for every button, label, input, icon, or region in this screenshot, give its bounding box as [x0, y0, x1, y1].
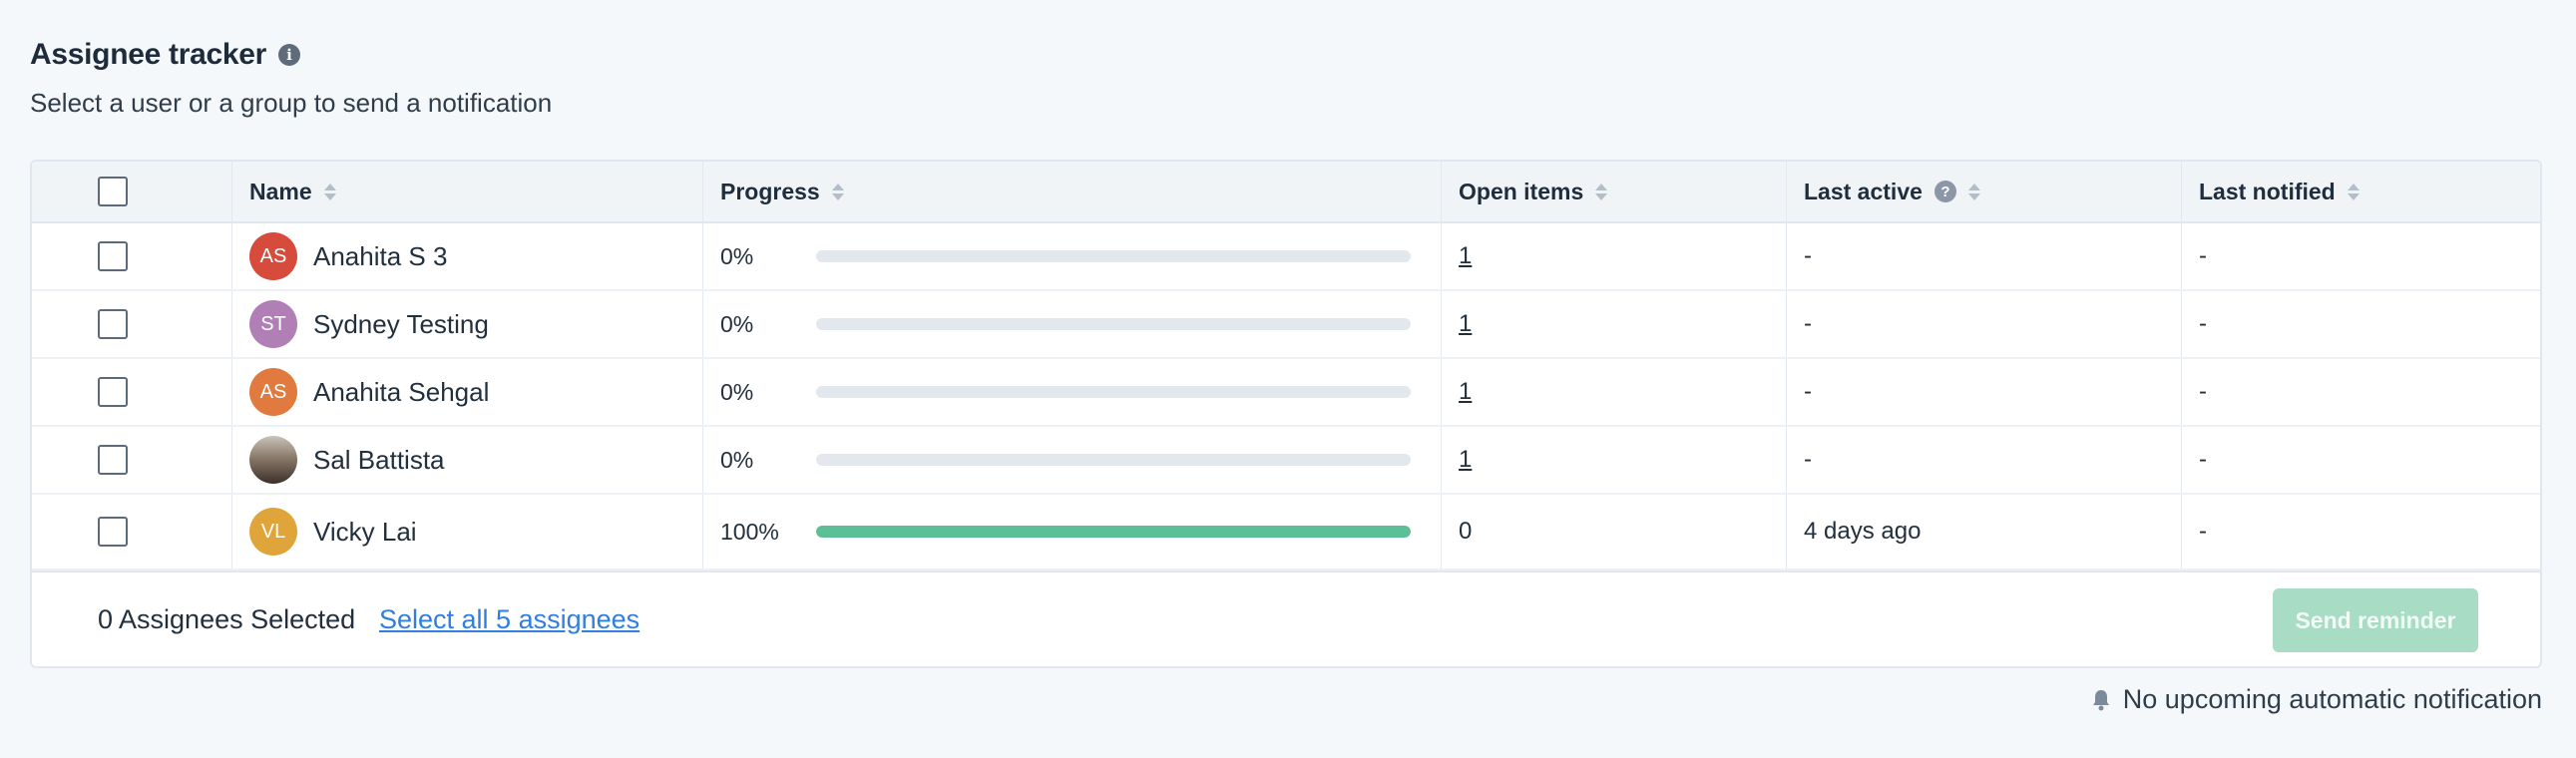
progress-percent: 100%	[720, 518, 779, 545]
open-items-count[interactable]: 1	[1459, 446, 1472, 474]
page-header: Assignee tracker i Select a user or a gr…	[30, 38, 552, 119]
progress-bar	[816, 386, 1411, 398]
row-checkbox[interactable]	[98, 517, 128, 547]
progress-percent: 0%	[720, 378, 754, 405]
progress-bar	[816, 250, 1411, 262]
avatar: ST	[249, 300, 297, 348]
sort-icon[interactable]	[831, 183, 844, 200]
column-header-name[interactable]: Name	[249, 162, 336, 221]
row-checkbox[interactable]	[98, 377, 128, 407]
assignee-name: Anahita Sehgal	[313, 376, 490, 407]
row-checkbox[interactable]	[98, 309, 128, 339]
progress-bar	[816, 318, 1411, 330]
page-subtitle: Select a user or a group to send a notif…	[30, 88, 553, 118]
sort-icon[interactable]	[2347, 183, 2360, 200]
table-header: Name Progress Open items Last active ? L…	[32, 162, 2540, 223]
open-items-count[interactable]: 1	[1459, 378, 1472, 406]
assignee-name: Sydney Testing	[313, 308, 489, 339]
avatar: AS	[249, 232, 297, 280]
table-footer: 0 Assignees Selected Select all 5 assign…	[32, 570, 2540, 666]
table-row: AS Anahita Sehgal 0% 1 - -	[32, 359, 2540, 427]
avatar-initials: ST	[260, 312, 286, 335]
last-notified-value: -	[2199, 242, 2207, 269]
selected-count: 0 Assignees Selected	[98, 604, 356, 634]
page-title: Assignee tracker	[30, 38, 267, 71]
row-checkbox[interactable]	[98, 445, 128, 475]
assignee-name: Sal Battista	[313, 444, 445, 475]
column-header-open-items[interactable]: Open items	[1459, 162, 1608, 221]
last-notified-value: -	[2199, 518, 2207, 545]
avatar-initials: AS	[259, 244, 287, 267]
column-header-progress[interactable]: Progress	[720, 162, 844, 221]
progress-percent: 0%	[720, 310, 754, 337]
progress-bar-fill	[816, 526, 1411, 538]
last-active-value: -	[1804, 446, 1812, 473]
last-notified-value: -	[2199, 378, 2207, 405]
assignee-table-card: Name Progress Open items Last active ? L…	[30, 160, 2542, 668]
avatar	[249, 436, 297, 484]
last-active-value: -	[1804, 242, 1812, 269]
table-row: AS Anahita S 3 0% 1 - -	[32, 223, 2540, 291]
auto-notification-note: No upcoming automatic notification	[2091, 684, 2542, 715]
assignee-name: Vicky Lai	[313, 516, 417, 547]
last-active-value: -	[1804, 310, 1812, 337]
select-all-link[interactable]: Select all 5 assignees	[379, 604, 640, 635]
bell-icon	[2092, 689, 2109, 710]
last-notified-value: -	[2199, 310, 2207, 337]
assignee-name: Anahita S 3	[313, 240, 448, 271]
row-checkbox[interactable]	[98, 241, 128, 271]
help-icon[interactable]: ?	[1933, 181, 1956, 202]
sort-icon[interactable]	[1967, 183, 1980, 200]
sort-icon[interactable]	[1595, 183, 1608, 200]
progress-bar	[816, 454, 1411, 466]
send-reminder-button[interactable]: Send reminder	[2273, 588, 2478, 652]
table-row: VL Vicky Lai 100% 0 4 days ago -	[32, 495, 2540, 570]
last-active-value: -	[1804, 378, 1812, 405]
sort-icon[interactable]	[323, 183, 336, 200]
last-active-value: 4 days ago	[1804, 518, 1922, 545]
column-header-last-notified[interactable]: Last notified	[2199, 162, 2360, 221]
info-icon[interactable]: i	[278, 44, 301, 66]
table-row: Sal Battista 0% 1 - -	[32, 427, 2540, 495]
avatar-initials: VL	[260, 520, 286, 543]
avatar-initials: AS	[259, 380, 287, 403]
open-items-count[interactable]: 1	[1459, 242, 1472, 270]
progress-bar	[816, 526, 1411, 538]
auto-notification-text: No upcoming automatic notification	[2122, 684, 2542, 714]
progress-percent: 0%	[720, 242, 754, 269]
open-items-count[interactable]: 1	[1459, 310, 1472, 338]
table-row: ST Sydney Testing 0% 1 - -	[32, 291, 2540, 359]
column-header-last-active[interactable]: Last active ?	[1804, 162, 1980, 221]
avatar: AS	[249, 368, 297, 416]
select-all-checkbox[interactable]	[98, 177, 128, 206]
progress-percent: 0%	[720, 446, 754, 473]
open-items-count: 0	[1459, 518, 1473, 545]
last-notified-value: -	[2199, 446, 2207, 473]
avatar: VL	[249, 508, 297, 556]
